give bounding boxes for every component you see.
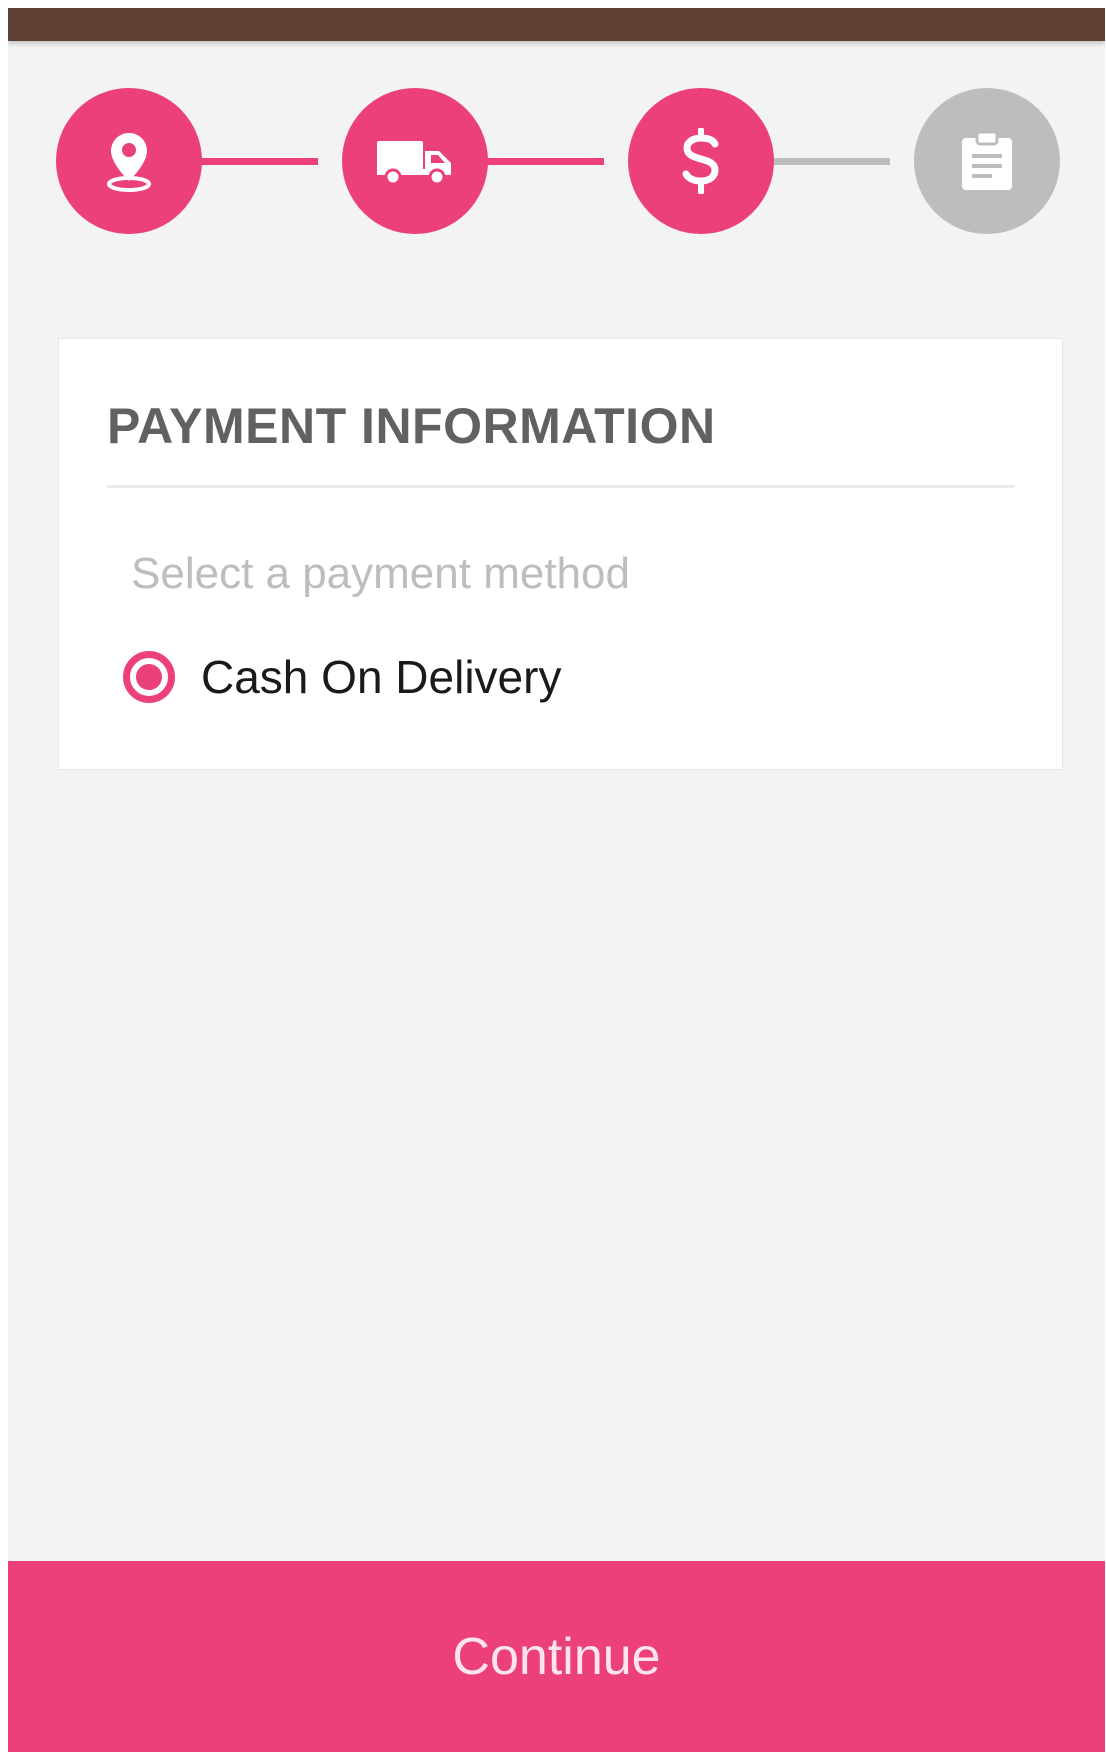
title-divider	[107, 485, 1015, 488]
step-shipping[interactable]	[342, 88, 488, 234]
radio-button-selected[interactable]	[123, 651, 175, 703]
step-review[interactable]	[914, 88, 1060, 234]
payment-card: PAYMENT INFORMATION Select a payment met…	[58, 338, 1063, 770]
checkout-screen: PAYMENT INFORMATION Select a payment met…	[8, 8, 1105, 1752]
radio-dot	[136, 664, 162, 690]
step-address[interactable]	[56, 88, 202, 234]
checkout-stepper	[8, 88, 1105, 238]
payment-option-cash-on-delivery[interactable]: Cash On Delivery	[123, 639, 561, 715]
step-payment[interactable]	[628, 88, 774, 234]
payment-option-label: Cash On Delivery	[201, 651, 562, 703]
dollar-icon	[682, 128, 719, 194]
clipboard-icon	[962, 130, 1012, 190]
app-top-bar	[8, 8, 1105, 41]
location-pin-icon	[107, 133, 151, 192]
continue-button[interactable]: Continue	[8, 1561, 1105, 1752]
truck-icon	[377, 141, 451, 186]
payment-hint: Select a payment method	[131, 549, 630, 598]
payment-title: PAYMENT INFORMATION	[107, 398, 716, 454]
